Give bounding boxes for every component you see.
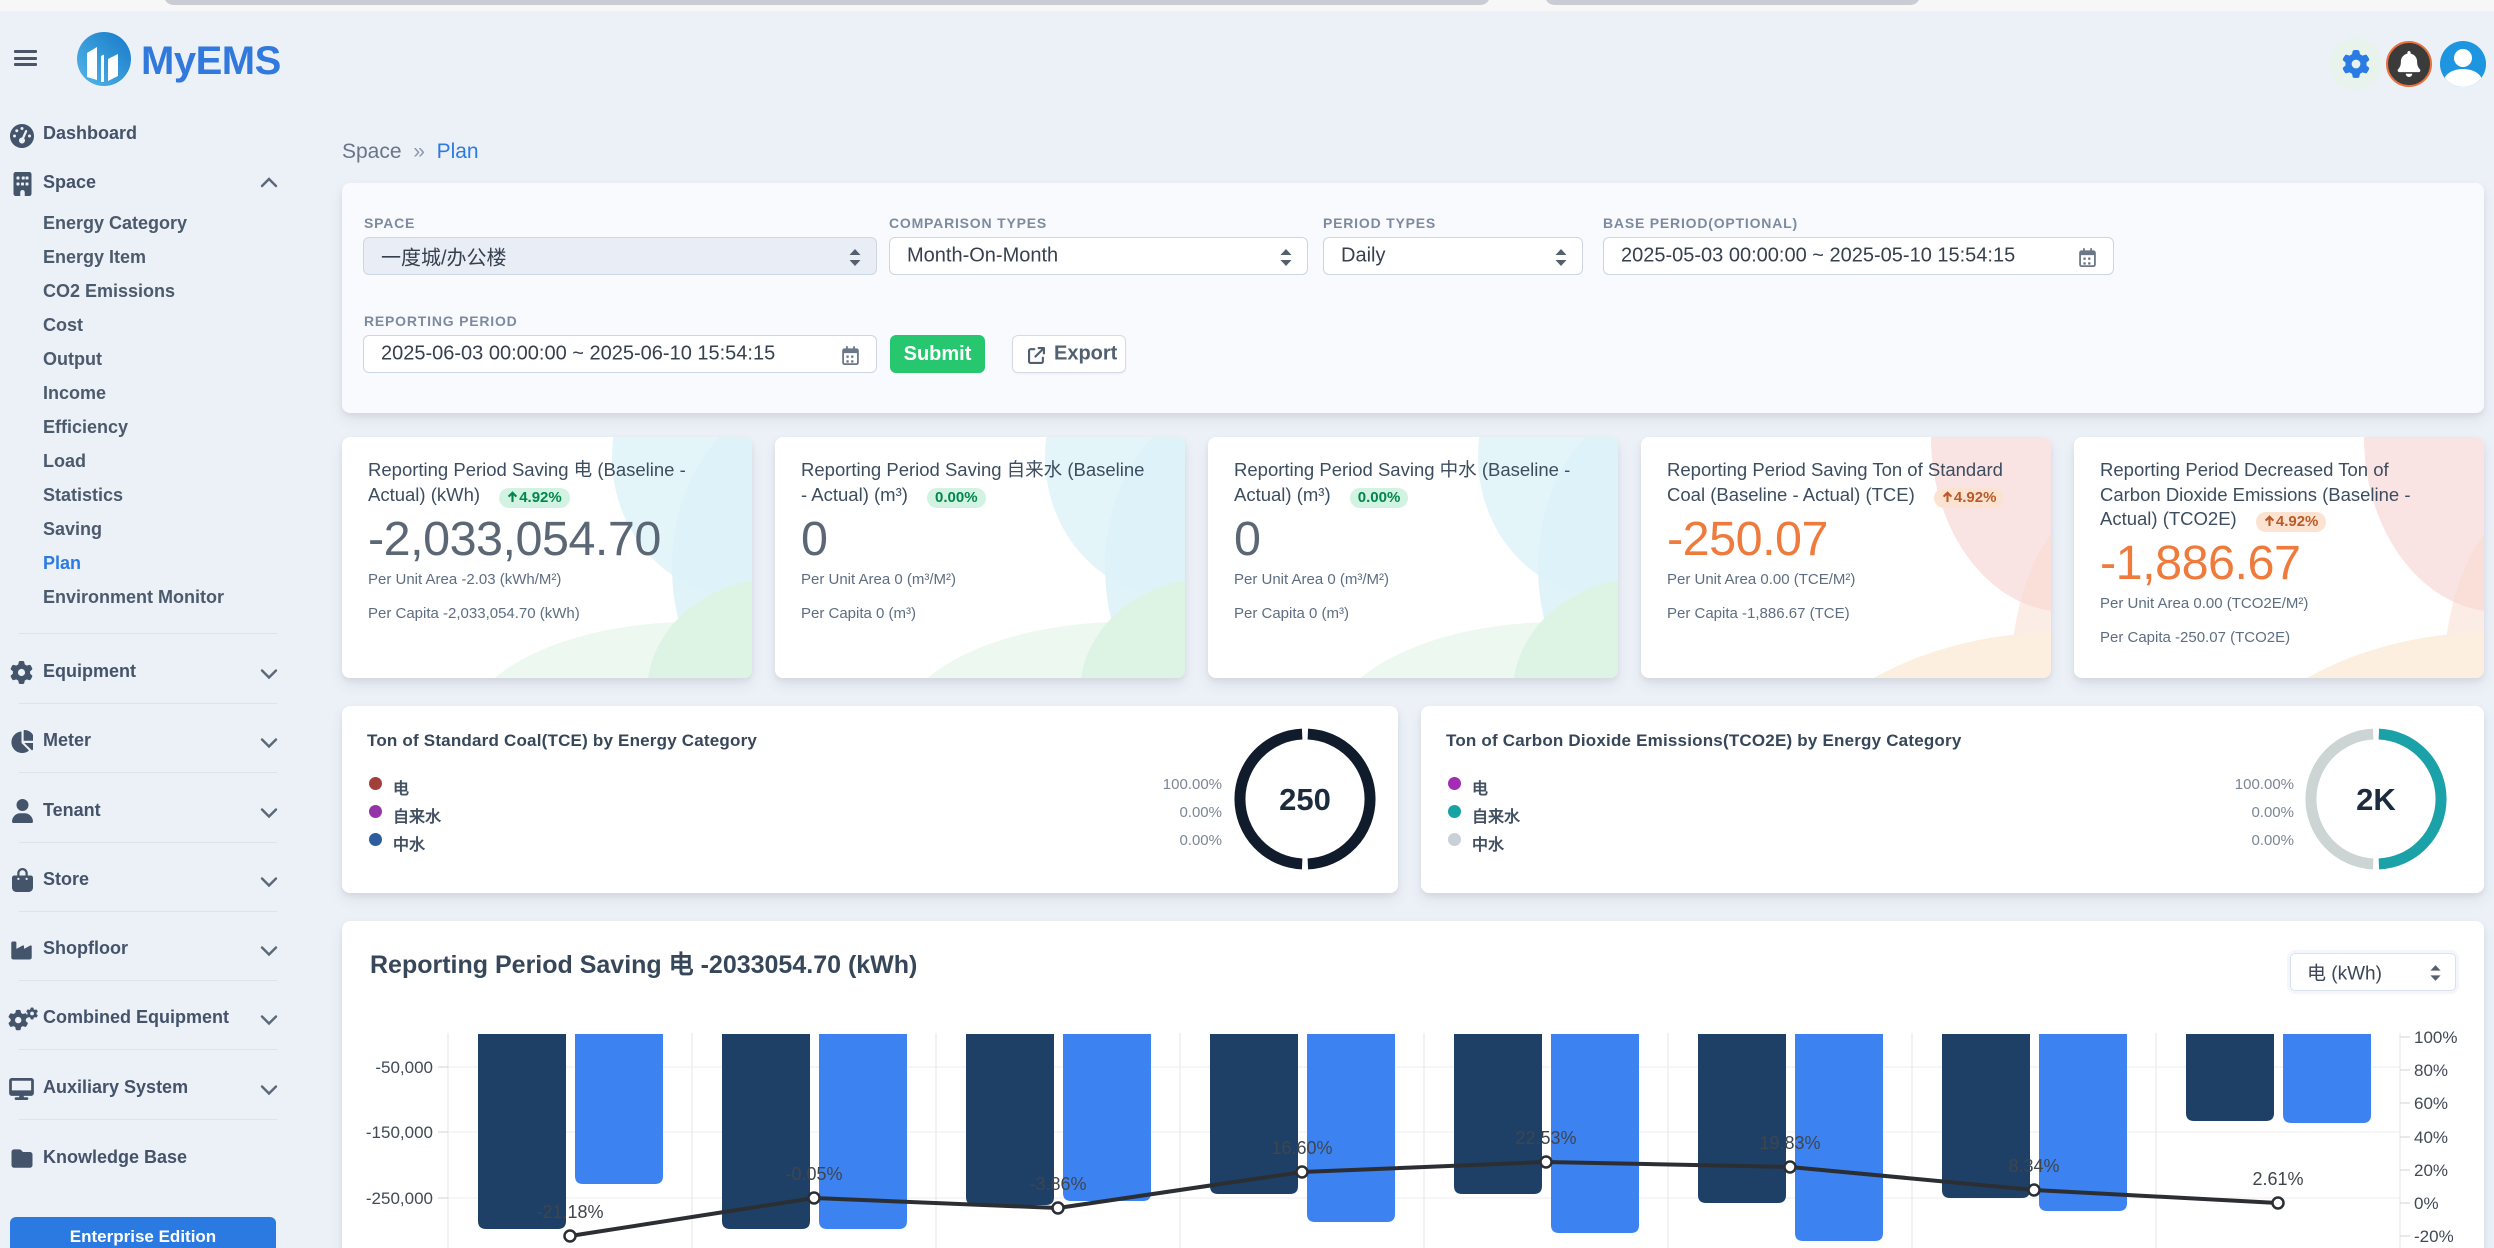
svg-text:-50,000: -50,000 bbox=[375, 1058, 433, 1077]
svg-text:-20%: -20% bbox=[2414, 1227, 2454, 1246]
svg-text:-150,000: -150,000 bbox=[366, 1123, 433, 1142]
svg-text:80%: 80% bbox=[2414, 1061, 2448, 1080]
svg-text:2.61%: 2.61% bbox=[2252, 1169, 2303, 1189]
svg-text:-21.18%: -21.18% bbox=[536, 1202, 603, 1222]
svg-text:2K: 2K bbox=[2356, 782, 2396, 817]
svg-text:20%: 20% bbox=[2414, 1161, 2448, 1180]
svg-text:-250,000: -250,000 bbox=[366, 1189, 433, 1208]
svg-text:-3.86%: -3.86% bbox=[1029, 1174, 1086, 1194]
svg-text:-0.05%: -0.05% bbox=[785, 1164, 842, 1184]
svg-text:19.83%: 19.83% bbox=[1759, 1133, 1820, 1153]
svg-text:40%: 40% bbox=[2414, 1128, 2448, 1147]
svg-text:22.53%: 22.53% bbox=[1515, 1128, 1576, 1148]
svg-text:8.34%: 8.34% bbox=[2008, 1156, 2059, 1176]
svg-text:16.60%: 16.60% bbox=[1271, 1138, 1332, 1158]
svg-text:250: 250 bbox=[1279, 782, 1331, 817]
svg-text:0%: 0% bbox=[2414, 1194, 2439, 1213]
svg-text:60%: 60% bbox=[2414, 1094, 2448, 1113]
svg-text:100%: 100% bbox=[2414, 1028, 2457, 1047]
